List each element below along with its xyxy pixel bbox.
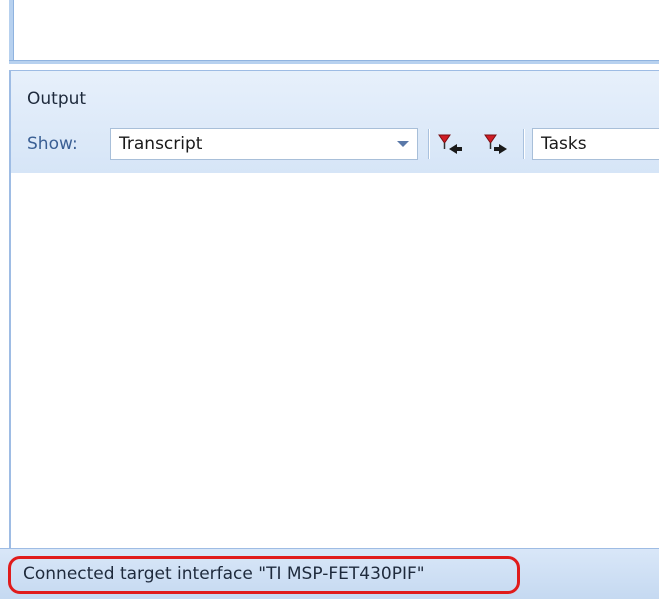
toolbar-separator	[428, 129, 430, 159]
show-dropdown[interactable]: Transcript	[110, 128, 418, 160]
output-panel-title: Output	[27, 89, 87, 109]
toolbar-separator	[523, 129, 525, 159]
previous-error-icon	[438, 134, 462, 154]
chevron-down-icon[interactable]	[397, 141, 409, 147]
output-text-area[interactable]	[11, 173, 659, 547]
show-dropdown-value: Transcript	[119, 134, 203, 154]
output-panel: Output Show: Transcript Tasks	[9, 70, 659, 548]
status-highlight-outline	[8, 556, 520, 594]
status-bar: Connected target interface "TI MSP-FET43…	[0, 548, 659, 599]
editor-left-splitter[interactable]	[9, 0, 14, 62]
show-label: Show:	[27, 134, 78, 154]
editor-area	[0, 0, 659, 65]
next-error-icon	[484, 134, 507, 154]
tasks-dropdown[interactable]: Tasks	[532, 128, 659, 160]
output-panel-header: Output Show: Transcript Tasks	[11, 71, 659, 173]
next-error-button[interactable]	[481, 129, 511, 159]
previous-error-button[interactable]	[435, 129, 465, 159]
tasks-dropdown-value: Tasks	[541, 134, 587, 154]
